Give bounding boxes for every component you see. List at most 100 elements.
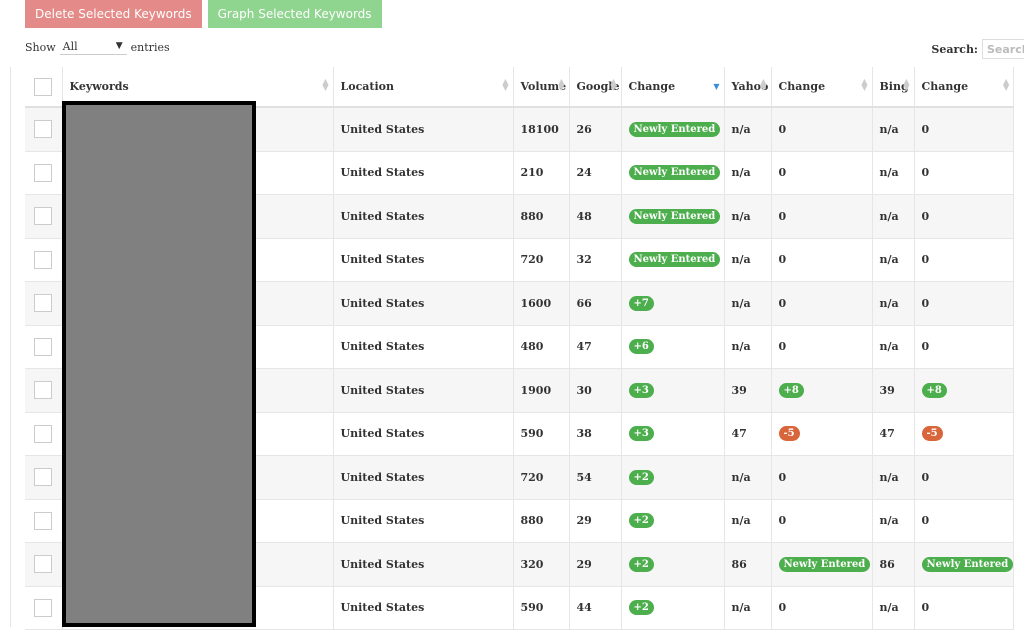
- ychange-cell: -5: [771, 412, 873, 456]
- row-checkbox[interactable]: [34, 468, 53, 487]
- change-badge: Newly Entered: [628, 208, 721, 224]
- column-header-bing-change[interactable]: Change ▲ ▼: [914, 67, 1015, 108]
- row-checkbox[interactable]: [34, 120, 53, 139]
- change-badge: Newly Entered: [628, 252, 721, 268]
- chevron-down-icon: ▼: [115, 41, 123, 51]
- gchange-cell: +3: [621, 368, 725, 413]
- google-cell: 44: [569, 586, 622, 630]
- entries-select[interactable]: All ▼: [59, 39, 127, 55]
- sort-icon: ▲ ▼: [861, 77, 868, 92]
- change-badge: -5: [778, 426, 800, 442]
- volume-cell: 320: [513, 542, 570, 587]
- ychange-cell: 0: [771, 107, 873, 152]
- table-controls: Show All ▼ entries Search: Search: [25, 39, 1024, 59]
- location-cell: United States: [333, 542, 514, 587]
- row-checkbox[interactable]: [34, 381, 53, 400]
- ychange-cell: 0: [771, 238, 873, 282]
- bing-cell: n/a: [872, 151, 915, 195]
- sort-icon: ▲ ▼: [760, 77, 767, 92]
- column-header-google-change[interactable]: Change ▼: [621, 67, 725, 108]
- yahoo-cell: 86: [724, 542, 772, 587]
- gchange-cell: +2: [621, 586, 725, 630]
- gchange-cell: Newly Entered: [621, 107, 725, 152]
- yahoo-cell: n/a: [724, 586, 772, 630]
- volume-cell: 590: [513, 586, 570, 630]
- select-all-checkbox[interactable]: [34, 77, 53, 96]
- bchange-cell: Newly Entered: [914, 542, 1015, 587]
- sort-icon: ▲ ▼: [558, 77, 565, 92]
- change-badge: +3: [628, 426, 654, 442]
- change-badge: +8: [921, 382, 947, 398]
- bing-cell: n/a: [872, 194, 915, 239]
- bchange-cell: 0: [914, 238, 1015, 282]
- google-cell: 29: [569, 542, 622, 587]
- change-badge: +2: [628, 556, 654, 572]
- bchange-cell: 0: [914, 107, 1015, 152]
- row-select-cell: [25, 325, 63, 369]
- location-cell: United States: [333, 499, 514, 543]
- column-header-yahoo[interactable]: Yahoo ▲ ▼: [724, 67, 772, 108]
- row-checkbox[interactable]: [34, 207, 53, 226]
- bchange-cell: 0: [914, 151, 1015, 195]
- row-checkbox[interactable]: [34, 424, 53, 443]
- volume-cell: 1600: [513, 281, 570, 326]
- row-checkbox[interactable]: [34, 511, 53, 530]
- bchange-cell: 0: [914, 281, 1015, 326]
- bchange-cell: 0: [914, 586, 1015, 630]
- row-checkbox[interactable]: [34, 294, 53, 313]
- location-cell: United States: [333, 412, 514, 456]
- entries-label: entries: [130, 40, 170, 54]
- gchange-cell: Newly Entered: [621, 151, 725, 195]
- row-checkbox[interactable]: [34, 250, 53, 269]
- yahoo-cell: n/a: [724, 107, 772, 152]
- gchange-cell: +2: [621, 455, 725, 500]
- show-label: Show: [25, 40, 56, 54]
- bing-cell: n/a: [872, 455, 915, 500]
- entries-select-value: All: [62, 40, 78, 53]
- change-badge: Newly Entered: [778, 556, 871, 572]
- gchange-cell: +3: [621, 412, 725, 456]
- row-checkbox[interactable]: [34, 555, 53, 574]
- ychange-cell: 0: [771, 586, 873, 630]
- ychange-cell: 0: [771, 455, 873, 500]
- column-header-yahoo-change[interactable]: Change ▲ ▼: [771, 67, 873, 108]
- row-checkbox[interactable]: [34, 337, 53, 356]
- change-badge: +2: [628, 513, 654, 529]
- yahoo-cell: 39: [724, 368, 772, 413]
- gchange-cell: +2: [621, 542, 725, 587]
- graph-selected-keywords-button[interactable]: Graph Selected Keywords: [207, 0, 382, 28]
- delete-selected-keywords-button[interactable]: Delete Selected Keywords: [25, 0, 202, 28]
- row-select-cell: [25, 368, 63, 413]
- google-cell: 66: [569, 281, 622, 326]
- google-cell: 48: [569, 194, 622, 239]
- row-checkbox[interactable]: [34, 598, 53, 617]
- location-cell: United States: [333, 151, 514, 195]
- row-select-cell: [25, 151, 63, 195]
- location-cell: United States: [333, 281, 514, 326]
- column-header-location[interactable]: Location ▲ ▼: [333, 67, 514, 108]
- sort-icon: ▲ ▼: [903, 77, 910, 92]
- volume-cell: 720: [513, 238, 570, 282]
- volume-cell: 590: [513, 412, 570, 456]
- row-select-cell: [25, 586, 63, 630]
- ychange-cell: 0: [771, 499, 873, 543]
- row-checkbox[interactable]: [34, 163, 53, 182]
- google-cell: 30: [569, 368, 622, 413]
- volume-cell: 880: [513, 499, 570, 543]
- gchange-cell: Newly Entered: [621, 194, 725, 239]
- redacted-keywords-block: [62, 101, 256, 627]
- location-cell: United States: [333, 586, 514, 630]
- bchange-cell: 0: [914, 325, 1015, 369]
- column-header-volume[interactable]: Volume ▲ ▼: [513, 67, 570, 108]
- search-input[interactable]: Search: [982, 39, 1024, 59]
- volume-cell: 1900: [513, 368, 570, 413]
- google-cell: 47: [569, 325, 622, 369]
- column-header-google[interactable]: Google ▲ ▼: [569, 67, 622, 108]
- select-all-header: [25, 67, 63, 108]
- volume-cell: 480: [513, 325, 570, 369]
- search-label: Search:: [931, 42, 978, 56]
- column-header-bing[interactable]: Bing ▲ ▼: [872, 67, 915, 108]
- ychange-cell: 0: [771, 151, 873, 195]
- yahoo-cell: n/a: [724, 499, 772, 543]
- yahoo-cell: n/a: [724, 238, 772, 282]
